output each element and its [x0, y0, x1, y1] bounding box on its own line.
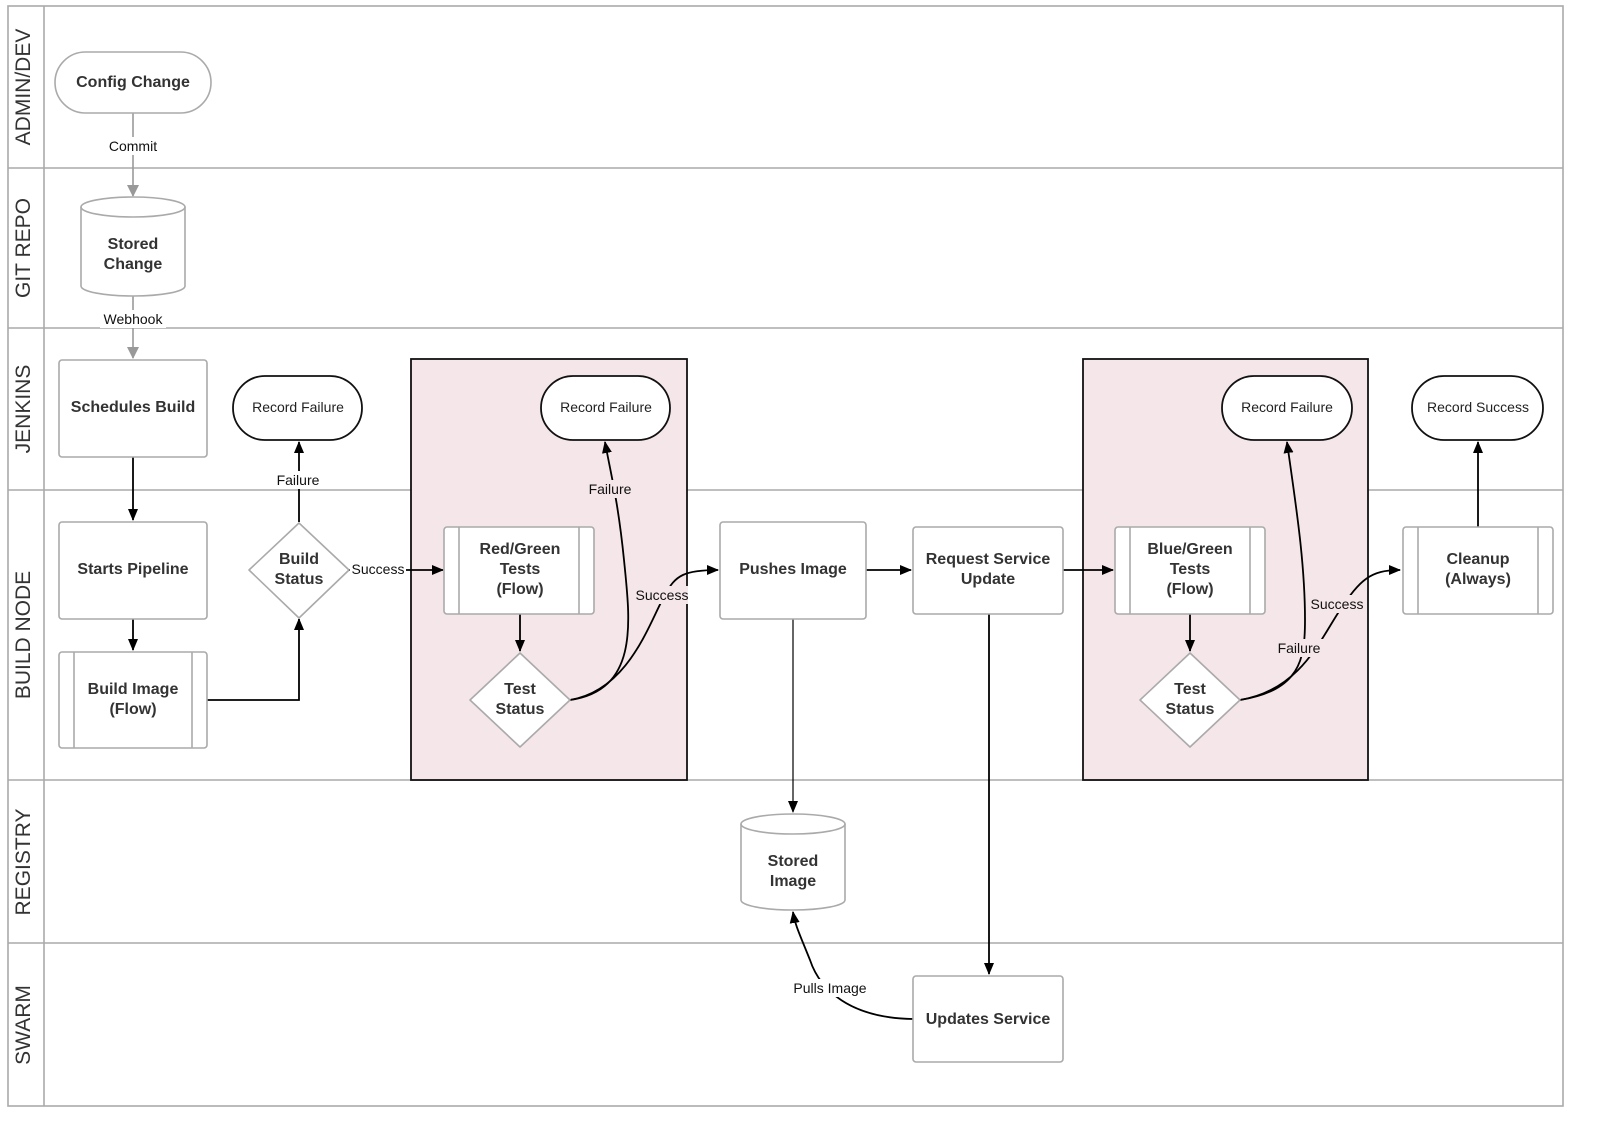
- lane-label-build-node: BUILD NODE: [12, 571, 35, 699]
- node-blue-green-tests[interactable]: Blue/Green Tests (Flow): [1114, 526, 1266, 615]
- edge-label-commit: Commit: [109, 138, 157, 154]
- node-pushes-image[interactable]: Pushes Image: [719, 521, 867, 620]
- edge-label-test1-success: Success: [636, 587, 689, 603]
- edge-label-build-success: Success: [352, 561, 405, 577]
- node-config-change[interactable]: Config Change: [54, 51, 212, 114]
- lane-label-registry: REGISTRY: [12, 809, 35, 916]
- node-record-failure-3[interactable]: Record Failure: [1221, 375, 1353, 441]
- node-label: Pushes Image: [739, 561, 847, 578]
- node-record-failure-2[interactable]: Record Failure: [540, 375, 671, 441]
- node-stored-image[interactable]: Stored Image: [740, 813, 846, 911]
- lane-label-jenkins: JENKINS: [12, 365, 35, 454]
- node-starts-pipeline[interactable]: Starts Pipeline: [58, 521, 208, 620]
- edge-label-build-failure: Failure: [277, 472, 320, 488]
- node-stored-change[interactable]: Stored Change: [80, 196, 186, 297]
- swimlane-diagram: ADMIN/DEV GIT REPO JENKINS BUILD NODE RE…: [7, 5, 1564, 1107]
- edge-label-test2-failure: Failure: [1278, 640, 1321, 656]
- edge-label-webhook: Webhook: [104, 311, 164, 327]
- lane-label-swarm: SWARM: [12, 985, 35, 1065]
- node-label: Record Failure: [252, 399, 344, 415]
- node-updates-service[interactable]: Updates Service: [912, 975, 1064, 1063]
- node-label: Record Success: [1427, 399, 1529, 415]
- node-record-success[interactable]: Record Success: [1411, 375, 1544, 441]
- edge-label-test2-success: Success: [1311, 596, 1364, 612]
- node-label: Record Failure: [1241, 399, 1333, 415]
- edge-label-pulls-image: Pulls Image: [793, 980, 866, 996]
- node-label: Record Failure: [560, 399, 652, 415]
- edge-label-test1-failure: Failure: [589, 481, 632, 497]
- node-label: Starts Pipeline: [77, 561, 188, 578]
- lane-label-admin-dev: ADMIN/DEV: [12, 29, 35, 146]
- node-schedules-build[interactable]: Schedules Build: [58, 359, 208, 458]
- node-cleanup[interactable]: Cleanup (Always): [1402, 526, 1554, 615]
- node-record-failure-1[interactable]: Record Failure: [232, 375, 363, 441]
- node-request-service-update[interactable]: Request Service Update: [912, 526, 1064, 615]
- lane-label-git-repo: GIT REPO: [12, 198, 35, 298]
- node-label: Schedules Build: [71, 399, 195, 416]
- node-label: Config Change: [76, 74, 190, 91]
- node-label: Updates Service: [926, 1011, 1051, 1028]
- node-build-image[interactable]: Build Image (Flow): [58, 651, 208, 749]
- node-red-green-tests[interactable]: Red/Green Tests (Flow): [443, 526, 595, 615]
